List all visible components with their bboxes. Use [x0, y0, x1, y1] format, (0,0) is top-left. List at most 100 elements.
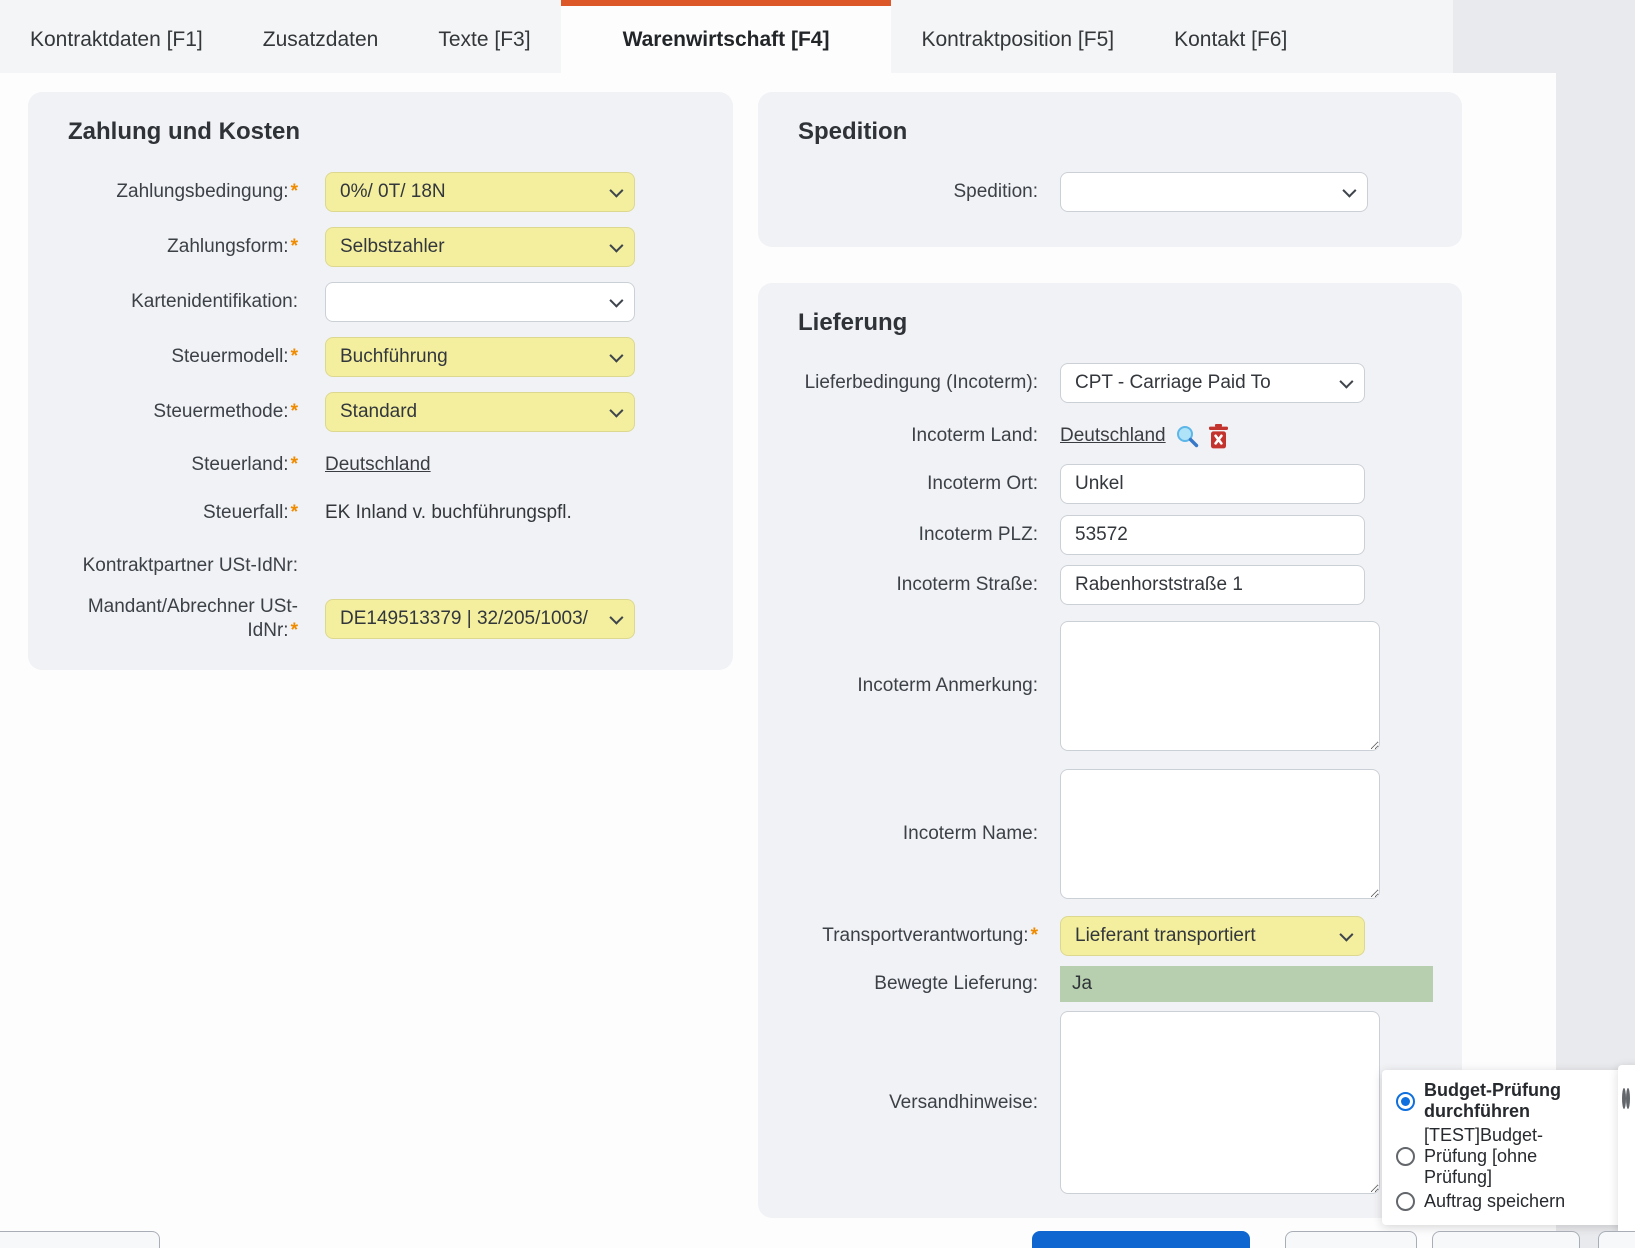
- field-label: Kartenidentifikation:: [68, 290, 298, 314]
- incoterm-plz-input[interactable]: [1060, 515, 1365, 555]
- budget-pruefung-popup: Budget-Prüfung durchführen [TEST]Budget-…: [1382, 1070, 1635, 1225]
- steuermethode-select[interactable]: Standard: [325, 392, 635, 432]
- search-icon[interactable]: [1175, 424, 1199, 448]
- field-label: Spedition:: [798, 180, 1038, 204]
- bottom-action-button-4[interactable]: [1598, 1231, 1635, 1248]
- field-row-incoterm-ort: Incoterm Ort:: [798, 464, 1462, 504]
- radio-button[interactable]: [1396, 1092, 1415, 1111]
- select-value: CPT - Carriage Paid To: [1075, 372, 1271, 394]
- required-marker: *: [291, 502, 298, 523]
- clipped-radio-panel: [1618, 1065, 1635, 1235]
- field-row-versandhinweise: Versandhinweise:: [798, 1011, 1462, 1194]
- zahlungsbedingung-select[interactable]: 0%/ 0T/ 18N: [325, 172, 635, 212]
- incoterm-name-textarea[interactable]: [1060, 769, 1380, 899]
- radio-label: Auftrag speichern: [1424, 1191, 1576, 1212]
- panel-lieferung: Lieferung Lieferbedingung (Incoterm): CP…: [758, 283, 1462, 1218]
- tab-kontakt[interactable]: Kontakt [F6]: [1144, 0, 1317, 73]
- field-label: Incoterm Anmerkung:: [798, 674, 1038, 698]
- tab-bar: Kontraktdaten [F1] Zusatzdaten Texte [F3…: [0, 0, 1635, 73]
- field-row-kontraktpartner-ustidnr: Kontraktpartner USt-IdNr:: [68, 543, 733, 589]
- bottom-action-button-1[interactable]: [0, 1231, 160, 1248]
- tab-zusatzdaten[interactable]: Zusatzdaten: [233, 0, 409, 73]
- tab-kontraktdaten[interactable]: Kontraktdaten [F1]: [0, 0, 233, 73]
- field-label: Zahlungsform:*: [68, 235, 298, 259]
- lieferbedingung-select[interactable]: CPT - Carriage Paid To: [1060, 363, 1365, 403]
- chevron-down-icon: [609, 239, 623, 253]
- versandhinweise-textarea[interactable]: [1060, 1011, 1380, 1194]
- required-marker: *: [291, 346, 298, 367]
- field-row-incoterm-land: Incoterm Land: Deutschland: [798, 419, 1462, 453]
- chevron-down-icon: [1339, 928, 1353, 942]
- radio-option-test-budget-pruefung[interactable]: [TEST]Budget-Prüfung [ohne Prüfung]: [1396, 1125, 1635, 1188]
- panel-zahlung-und-kosten: Zahlung und Kosten Zahlungsbedingung:* 0…: [28, 92, 733, 670]
- field-label: Steuerland:*: [68, 453, 298, 477]
- tab-label: Kontraktposition [F5]: [921, 28, 1114, 52]
- field-row-zahlungsform: Zahlungsform:* Selbstzahler: [68, 227, 733, 267]
- panel-spedition: Spedition Spedition:: [758, 92, 1462, 247]
- field-label: Zahlungsbedingung:*: [68, 180, 298, 204]
- chevron-down-icon: [1339, 375, 1353, 389]
- field-label: Kontraktpartner USt-IdNr:: [68, 554, 298, 578]
- required-marker: *: [291, 620, 298, 641]
- panel-title: Zahlung und Kosten: [68, 118, 733, 146]
- delete-trash-icon[interactable]: [1208, 424, 1229, 449]
- incoterm-ort-input[interactable]: [1060, 464, 1365, 504]
- chevron-down-icon: [609, 349, 623, 363]
- incoterm-strasse-input[interactable]: [1060, 565, 1365, 605]
- field-label: Incoterm Name:: [798, 822, 1038, 846]
- select-value: DE149513379 | 32/205/1003/: [340, 608, 588, 630]
- tab-label: Warenwirtschaft [F4]: [623, 28, 830, 52]
- radio-option-auftrag-speichern[interactable]: Auftrag speichern: [1396, 1191, 1635, 1212]
- tab-kontraktposition[interactable]: Kontraktposition [F5]: [891, 0, 1144, 73]
- required-marker: *: [291, 454, 298, 475]
- bottom-action-button-3[interactable]: [1432, 1231, 1580, 1248]
- select-value: Selbstzahler: [340, 236, 445, 258]
- tab-warenwirtschaft-active[interactable]: Warenwirtschaft [F4]: [561, 0, 892, 73]
- radio-label: [TEST]Budget-Prüfung [ohne Prüfung]: [1424, 1125, 1576, 1188]
- field-label: Incoterm PLZ:: [798, 523, 1038, 547]
- transportverantwortung-select[interactable]: Lieferant transportiert: [1060, 916, 1365, 956]
- field-row-zahlungsbedingung: Zahlungsbedingung:* 0%/ 0T/ 18N: [68, 172, 733, 212]
- chevron-down-icon: [609, 404, 623, 418]
- field-label: Steuermethode:*: [68, 400, 298, 424]
- field-label: Versandhinweise:: [798, 1091, 1038, 1115]
- required-marker: *: [291, 236, 298, 257]
- radio-button[interactable]: [1396, 1147, 1415, 1166]
- incoterm-anmerkung-textarea[interactable]: [1060, 621, 1380, 751]
- select-value: Buchführung: [340, 346, 448, 368]
- radio-button[interactable]: [1396, 1192, 1415, 1211]
- tab-texte[interactable]: Texte [F3]: [408, 0, 560, 73]
- kartenidentifikation-select[interactable]: [325, 282, 635, 322]
- field-row-kartenidentifikation: Kartenidentifikation:: [68, 282, 733, 322]
- field-row-steuermethode: Steuermethode:* Standard: [68, 392, 733, 432]
- steuerland-link[interactable]: Deutschland: [325, 454, 431, 476]
- field-label: Incoterm Straße:: [798, 573, 1038, 597]
- field-label: Incoterm Ort:: [798, 472, 1038, 496]
- bewegte-lieferung-readonly-field: Ja: [1060, 966, 1433, 1002]
- steuermodell-select[interactable]: Buchführung: [325, 337, 635, 377]
- field-row-incoterm-plz: Incoterm PLZ:: [798, 515, 1462, 555]
- radio-option-budget-pruefung-durchfuehren[interactable]: Budget-Prüfung durchführen: [1396, 1080, 1635, 1122]
- zahlungsform-select[interactable]: Selbstzahler: [325, 227, 635, 267]
- field-label: Steuermodell:*: [68, 345, 298, 369]
- field-label: Incoterm Land:: [798, 424, 1038, 448]
- field-row-steuermodell: Steuermodell:* Buchführung: [68, 337, 733, 377]
- required-marker: *: [1031, 925, 1038, 946]
- field-row-incoterm-anmerkung: Incoterm Anmerkung:: [798, 621, 1462, 751]
- chevron-down-icon: [609, 184, 623, 198]
- field-row-steuerland: Steuerland:* Deutschland: [68, 447, 733, 483]
- radio-button[interactable]: [1626, 1088, 1630, 1109]
- chevron-down-icon: [609, 294, 623, 308]
- select-value: Standard: [340, 401, 417, 423]
- bottom-primary-button[interactable]: [1032, 1231, 1250, 1248]
- panel-title: Spedition: [798, 118, 1462, 146]
- field-label: Transportverantwortung:*: [798, 924, 1038, 948]
- field-row-lieferbedingung: Lieferbedingung (Incoterm): CPT - Carria…: [798, 363, 1462, 403]
- mandant-ustidnr-select[interactable]: DE149513379 | 32/205/1003/: [325, 599, 635, 639]
- tab-label: Zusatzdaten: [263, 28, 379, 52]
- chevron-down-icon: [609, 610, 623, 624]
- tabbar-right-shade: [1453, 0, 1635, 73]
- bottom-action-button-2[interactable]: [1285, 1231, 1417, 1248]
- spedition-select[interactable]: [1060, 172, 1368, 212]
- incoterm-land-link[interactable]: Deutschland: [1060, 425, 1166, 447]
